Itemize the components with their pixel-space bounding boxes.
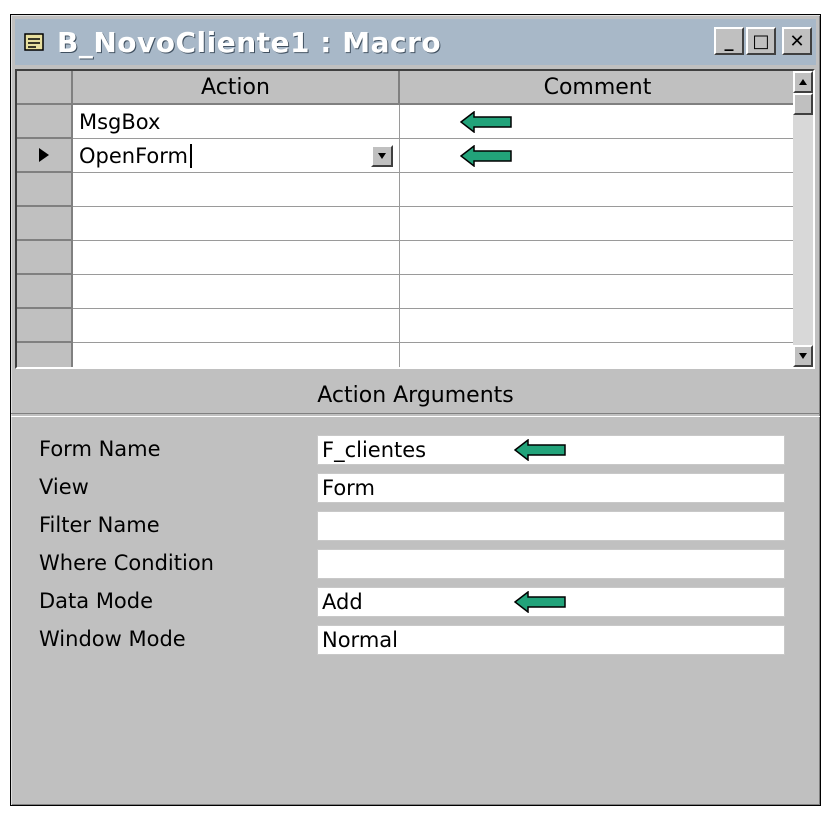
table-row xyxy=(73,309,797,343)
argument-label: Where Condition xyxy=(39,551,214,575)
maximize-icon: □ xyxy=(752,30,770,52)
action-cell[interactable] xyxy=(73,173,400,207)
action-dropdown-button[interactable] xyxy=(371,145,393,167)
title-bar[interactable]: B_NovoCliente1 : Macro _ □ ✕ xyxy=(15,19,816,65)
argument-label: Data Mode xyxy=(39,589,154,613)
argument-value: F_clientes xyxy=(322,438,427,462)
row-selector[interactable] xyxy=(17,139,73,173)
table-row xyxy=(73,343,797,367)
row-selector[interactable] xyxy=(17,241,73,275)
table-row xyxy=(73,173,797,207)
comment-cell[interactable] xyxy=(400,105,797,139)
left-arrow-icon xyxy=(513,590,566,614)
table-row: OpenForm xyxy=(73,139,797,173)
argument-value: Normal xyxy=(322,628,398,652)
argument-value: Form xyxy=(322,476,375,500)
argument-label: Window Mode xyxy=(39,627,186,651)
row-selector[interactable] xyxy=(17,275,73,309)
comment-cell[interactable] xyxy=(400,343,797,367)
comment-column-header[interactable]: Comment xyxy=(400,71,797,105)
comment-cell[interactable] xyxy=(400,139,797,173)
action-cell-text: MsgBox xyxy=(79,109,161,134)
table-row xyxy=(73,241,797,275)
row-selectors xyxy=(17,105,73,367)
maximize-button[interactable]: □ xyxy=(746,27,776,55)
row-pointer-icon xyxy=(39,148,49,162)
macro-icon xyxy=(21,28,49,56)
action-cell[interactable] xyxy=(73,241,400,275)
close-icon: ✕ xyxy=(789,30,805,52)
macro-window: B_NovoCliente1 : Macro _ □ ✕ Action Comm… xyxy=(10,14,821,806)
scroll-thumb[interactable] xyxy=(793,93,813,115)
dropdown-arrow-icon xyxy=(378,153,386,159)
comment-cell[interactable] xyxy=(400,275,797,309)
row-selector[interactable] xyxy=(17,207,73,241)
argument-value: Add xyxy=(322,590,363,614)
left-arrow-icon xyxy=(459,144,512,168)
table-row xyxy=(73,207,797,241)
argument-field[interactable]: Add xyxy=(317,587,785,617)
argument-label: Form Name xyxy=(39,437,161,461)
text-caret xyxy=(190,143,192,168)
scroll-down-icon xyxy=(799,353,807,359)
vertical-scrollbar[interactable] xyxy=(793,71,813,367)
argument-field[interactable]: F_clientes xyxy=(317,435,785,465)
action-column-header[interactable]: Action xyxy=(73,71,400,105)
comment-cell[interactable] xyxy=(400,207,797,241)
argument-field[interactable] xyxy=(317,549,785,579)
comment-cell[interactable] xyxy=(400,241,797,275)
argument-field[interactable]: Normal xyxy=(317,625,785,655)
action-cell[interactable] xyxy=(73,275,400,309)
scroll-up-icon xyxy=(799,79,807,85)
comment-cell[interactable] xyxy=(400,309,797,343)
row-selector-header xyxy=(17,71,73,105)
table-row xyxy=(73,275,797,309)
scroll-up-button[interactable] xyxy=(793,71,813,93)
section-divider xyxy=(11,413,820,417)
row-selector[interactable] xyxy=(17,173,73,207)
macro-grid: Action Comment MsgBox OpenForm xyxy=(15,69,815,369)
table-row: MsgBox xyxy=(73,105,797,139)
argument-label: View xyxy=(39,475,89,499)
minimize-button[interactable]: _ xyxy=(714,27,744,55)
action-cell[interactable] xyxy=(73,343,400,367)
action-cell[interactable] xyxy=(73,309,400,343)
row-selector[interactable] xyxy=(17,309,73,343)
action-arguments-title: Action Arguments xyxy=(317,383,514,408)
minimize-icon: _ xyxy=(724,30,734,52)
close-button[interactable]: ✕ xyxy=(782,27,812,55)
row-selector[interactable] xyxy=(17,343,73,367)
row-selector[interactable] xyxy=(17,105,73,139)
argument-field[interactable]: Form xyxy=(317,473,785,503)
action-cell[interactable]: OpenForm xyxy=(73,139,400,173)
left-arrow-icon xyxy=(513,438,566,462)
argument-label: Filter Name xyxy=(39,513,160,537)
scroll-down-button[interactable] xyxy=(793,345,813,367)
left-arrow-icon xyxy=(459,110,512,134)
action-cell[interactable]: MsgBox xyxy=(73,105,400,139)
action-cell[interactable] xyxy=(73,207,400,241)
window-title: B_NovoCliente1 : Macro xyxy=(57,25,442,59)
comment-cell[interactable] xyxy=(400,173,797,207)
action-cell-text: OpenForm xyxy=(79,143,188,168)
argument-field[interactable] xyxy=(317,511,785,541)
